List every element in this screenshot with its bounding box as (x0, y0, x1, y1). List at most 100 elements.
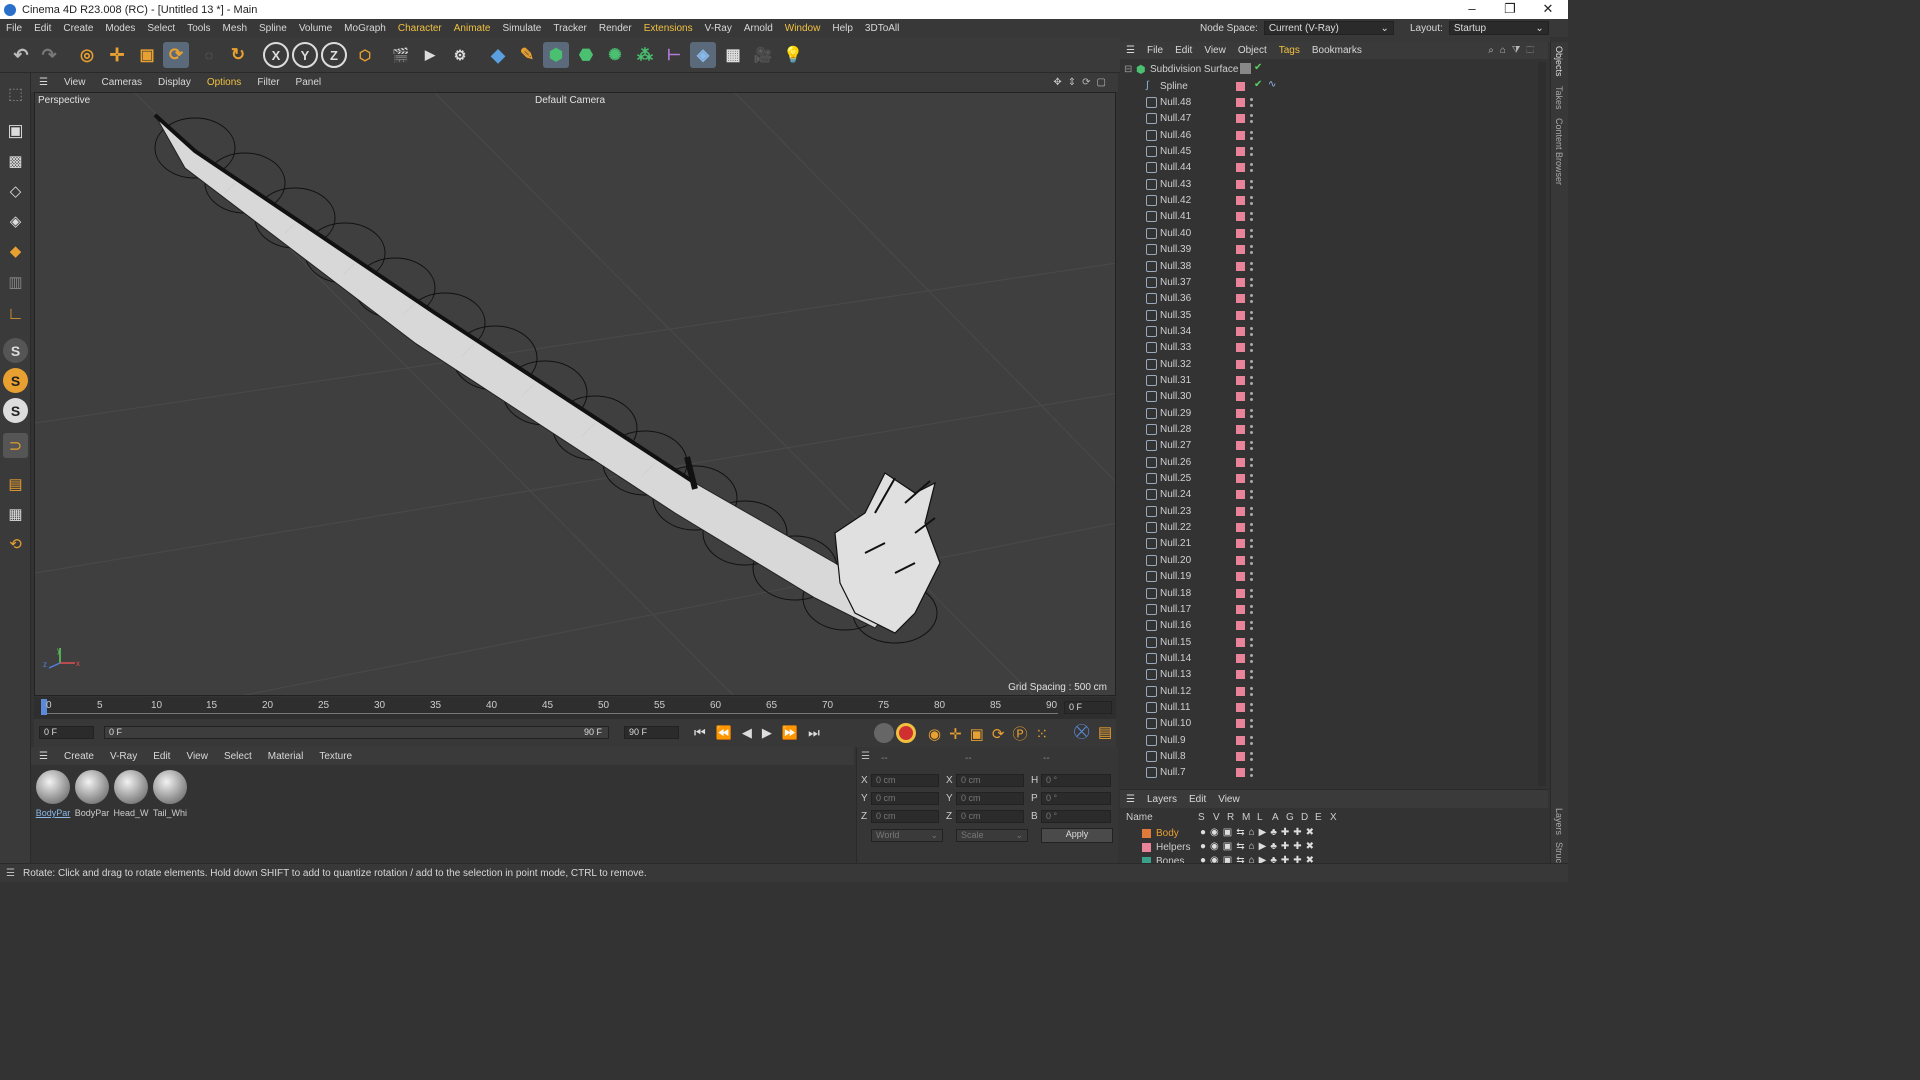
menu-mograph[interactable]: MoGraph (338, 23, 392, 34)
record-inactive-icon[interactable] (874, 723, 894, 743)
uv-mode-icon[interactable]: ▥ (3, 269, 28, 294)
live-selection-icon[interactable]: ◌ (196, 42, 222, 68)
render-visibility-dot[interactable] (1250, 692, 1253, 696)
object-row-null[interactable]: Null.22 (1120, 520, 1548, 536)
menu-help[interactable]: Help (826, 23, 859, 34)
workplane-icon[interactable]: ▤ (3, 471, 28, 496)
rotation-h-field[interactable]: 0 ° (1041, 774, 1111, 787)
timeline-window-icon[interactable]: ▤ (1098, 723, 1112, 741)
rotate-tool-icon[interactable]: ⟳ (163, 42, 189, 68)
render-visibility-dot[interactable] (1250, 463, 1253, 467)
object-row-null[interactable]: Null.30 (1120, 389, 1548, 405)
object-row-null[interactable]: Null.8 (1120, 749, 1548, 765)
layer-swatch[interactable] (1236, 163, 1245, 173)
current-frame-field[interactable]: 0 F (1064, 701, 1112, 714)
object-menu-object[interactable]: Object (1232, 45, 1273, 56)
object-row-null[interactable]: Null.16 (1120, 618, 1548, 634)
key-parameter-icon[interactable]: Ⓟ (1012, 726, 1035, 743)
editor-visibility-dot[interactable] (1250, 490, 1253, 494)
layer-menu-layers[interactable]: Layers (1141, 794, 1183, 805)
viewport-menu-view[interactable]: View (56, 77, 94, 88)
coordinate-system-icon[interactable]: ⬡ (352, 42, 378, 68)
render-visibility-dot[interactable] (1250, 594, 1253, 598)
editor-visibility-dot[interactable] (1250, 114, 1253, 118)
editor-visibility-dot[interactable] (1250, 196, 1253, 200)
layout-dropdown[interactable]: Startup ⌄ (1448, 21, 1549, 35)
render-visibility-dot[interactable] (1250, 316, 1253, 320)
object-row-null[interactable]: Null.26 (1120, 455, 1548, 471)
menu-modes[interactable]: Modes (99, 23, 141, 34)
editor-visibility-dot[interactable] (1250, 425, 1253, 428)
object-row-null[interactable]: Null.36 (1120, 291, 1548, 307)
object-row-null[interactable]: Null.47 (1120, 111, 1548, 127)
object-row-null[interactable]: Null.23 (1120, 504, 1548, 520)
layer-menu-edit[interactable]: Edit (1183, 794, 1212, 805)
scale-tool-icon[interactable]: ▣ (134, 42, 160, 68)
move-tool-icon[interactable]: ✛ (104, 42, 130, 68)
editor-visibility-dot[interactable] (1250, 98, 1253, 101)
editor-visibility-dot[interactable] (1250, 719, 1253, 723)
object-row-null[interactable]: Null.43 (1120, 177, 1548, 193)
editor-visibility-dot[interactable] (1250, 621, 1253, 625)
render-visibility-dot[interactable] (1250, 529, 1253, 533)
render-visibility-dot[interactable] (1250, 725, 1253, 729)
layer-swatch[interactable] (1240, 63, 1251, 74)
editor-visibility-dot[interactable] (1250, 343, 1253, 347)
menu-mesh[interactable]: Mesh (217, 23, 253, 34)
layer-swatch[interactable] (1236, 441, 1245, 451)
key-position-icon[interactable]: ✛ (949, 726, 970, 743)
menu-select[interactable]: Select (141, 23, 181, 34)
new-window-icon[interactable]: ⬚ (1526, 45, 1540, 56)
editor-visibility-dot[interactable] (1250, 310, 1253, 314)
hamburger-icon[interactable]: ☰ (861, 751, 870, 762)
menu-spline[interactable]: Spline (253, 23, 293, 34)
layer-toggles[interactable]: ●◉▣⇆⌂▶♣✚✚✖ (1200, 841, 1318, 852)
object-row-null[interactable]: Null.14 (1120, 651, 1548, 667)
menu-tools[interactable]: Tools (181, 23, 216, 34)
keyframe-selection-icon[interactable]: ◉ (928, 726, 949, 743)
menu-volume[interactable]: Volume (293, 23, 338, 34)
object-row-null[interactable]: Null.42 (1120, 193, 1548, 209)
layer-swatch[interactable] (1236, 326, 1245, 336)
menu-3dtoall[interactable]: 3DToAll (859, 23, 905, 34)
rotation-p-field[interactable]: 0 ° (1041, 792, 1111, 805)
bend-deformer-icon[interactable]: ⊢ (661, 42, 687, 68)
layer-color-swatch[interactable] (1142, 843, 1151, 852)
material-swatch[interactable]: BodyPar (34, 770, 72, 818)
filter-icon[interactable]: ⧩ (1512, 45, 1526, 56)
render-visibility-dot[interactable] (1250, 545, 1253, 549)
key-scale-icon[interactable]: ▣ (970, 726, 992, 743)
size-y-field[interactable]: 0 cm (956, 792, 1024, 805)
editor-visibility-dot[interactable] (1250, 768, 1253, 772)
editor-visibility-dot[interactable] (1250, 147, 1253, 151)
object-row-null[interactable]: Null.20 (1120, 553, 1548, 569)
object-row-subdivision-surface[interactable]: ⊟ ⬢ Subdivision Surface ✔ (1120, 62, 1548, 78)
material-swatch[interactable]: Tail_Whi (151, 770, 189, 818)
field-icon[interactable]: ◈ (690, 42, 716, 68)
editor-visibility-dot[interactable] (1250, 179, 1253, 183)
x-axis-lock-icon[interactable]: X (263, 42, 289, 68)
viewport-menu-filter[interactable]: Filter (249, 77, 287, 88)
render-visibility-dot[interactable] (1250, 381, 1253, 385)
model-mode-icon[interactable]: ▣ (3, 118, 28, 143)
object-row-null[interactable]: Null.12 (1120, 684, 1548, 700)
layer-swatch[interactable] (1236, 474, 1245, 484)
side-tab-layers[interactable]: Layers (1554, 808, 1564, 835)
material-menu-select[interactable]: Select (216, 751, 260, 762)
layer-swatch[interactable] (1236, 147, 1245, 157)
polygons-mode-icon[interactable]: ◆ (3, 238, 28, 263)
hamburger-icon[interactable]: ☰ (31, 751, 56, 762)
edges-mode-icon[interactable]: ◈ (3, 208, 28, 233)
material-menu-edit[interactable]: Edit (145, 751, 178, 762)
object-row-null[interactable]: Null.10 (1120, 716, 1548, 732)
editor-visibility-dot[interactable] (1250, 637, 1253, 641)
floor-icon[interactable]: ▦ (720, 42, 746, 68)
collapse-icon[interactable]: ⊟ (1124, 64, 1132, 75)
render-visibility-dot[interactable] (1250, 300, 1253, 304)
render-visibility-dot[interactable] (1250, 708, 1253, 712)
object-row-null[interactable]: Null.48 (1120, 95, 1548, 111)
editor-visibility-dot[interactable] (1250, 359, 1253, 363)
editor-visibility-dot[interactable] (1250, 539, 1253, 543)
layer-swatch[interactable] (1236, 392, 1245, 402)
object-row-null[interactable]: Null.7 (1120, 765, 1548, 781)
